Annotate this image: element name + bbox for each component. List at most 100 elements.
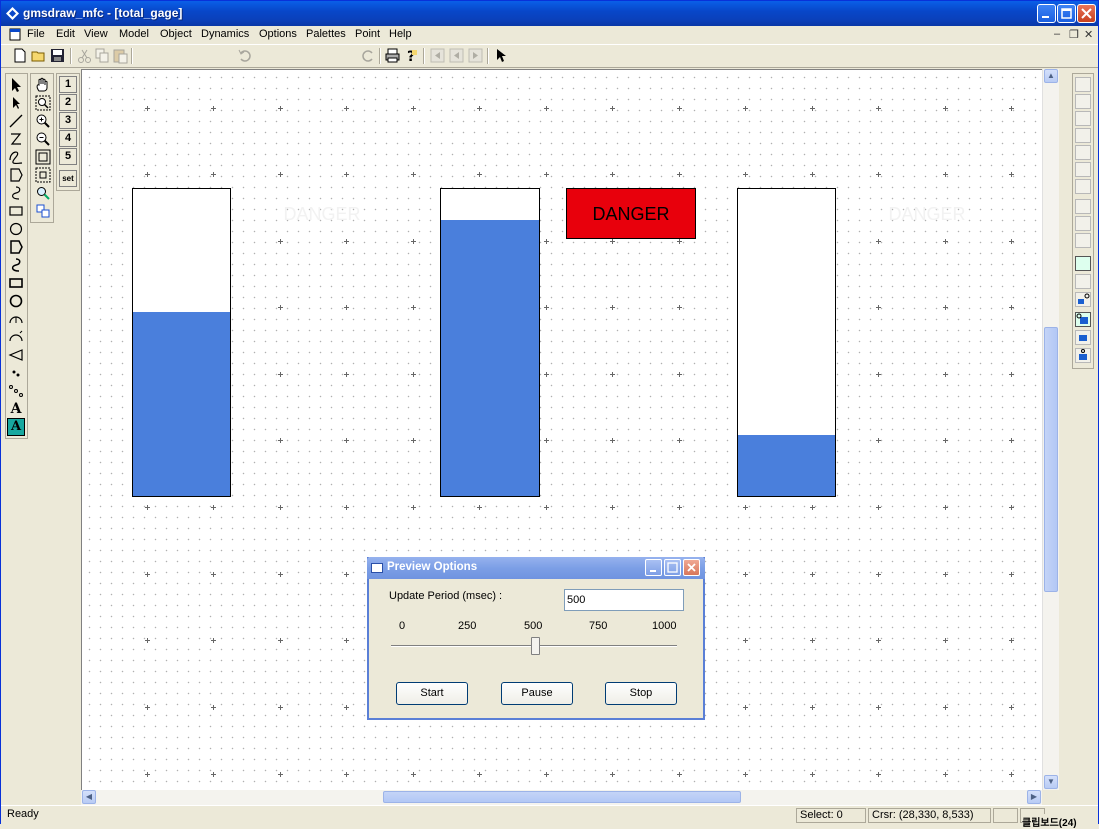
stop-button[interactable]: Stop (605, 682, 677, 705)
snap-point-icon[interactable] (1075, 256, 1091, 271)
dialog-close-button[interactable] (683, 559, 700, 576)
zoom-object-icon[interactable] (34, 184, 52, 202)
update-period-slider-thumb[interactable] (531, 637, 540, 655)
gage-1[interactable] (132, 188, 231, 497)
clipboard-indicator[interactable]: 클립보드(24) (1022, 814, 1077, 829)
first-page-icon[interactable] (429, 47, 446, 64)
dialog-maximize-button[interactable] (664, 559, 681, 576)
layer-set-button[interactable]: set (59, 170, 77, 187)
menu-palettes[interactable]: Palettes (306, 28, 346, 40)
dialog-title-bar[interactable]: Preview Options (367, 557, 705, 579)
wedge-tool-icon[interactable] (7, 346, 25, 364)
distribute-icon[interactable] (1075, 179, 1091, 194)
pan-hand-icon[interactable] (34, 76, 52, 94)
next-page-icon[interactable] (467, 47, 484, 64)
curve-tool-icon[interactable] (7, 148, 25, 166)
scroll-left-icon[interactable]: ◀ (82, 790, 96, 804)
cut-icon[interactable] (76, 47, 93, 64)
line-tool-icon[interactable] (7, 112, 25, 130)
align-right-icon[interactable] (1075, 111, 1091, 126)
maximize-button[interactable] (1057, 4, 1076, 23)
select-arrow-icon[interactable] (7, 76, 25, 94)
text-tool-icon[interactable]: A (7, 400, 25, 418)
filled-polygon-tool-icon[interactable] (7, 238, 25, 256)
layer-5-button[interactable]: 5 (59, 148, 77, 165)
connect-blue-2-icon[interactable] (1075, 312, 1091, 327)
zoom-window-icon[interactable] (34, 148, 52, 166)
layer-icon[interactable] (34, 202, 52, 220)
align-top-icon[interactable] (1075, 128, 1091, 143)
document-icon[interactable] (9, 28, 22, 41)
layer-4-button[interactable]: 4 (59, 130, 77, 147)
layer-3-button[interactable]: 3 (59, 112, 77, 129)
closed-curve-tool-icon[interactable] (7, 184, 25, 202)
print-icon[interactable] (384, 47, 401, 64)
filled-ellipse-tool-icon[interactable] (7, 292, 25, 310)
scroll-right-icon[interactable]: ▶ (1027, 790, 1041, 804)
paste-icon[interactable] (112, 47, 129, 64)
layer-1-button[interactable]: 1 (59, 76, 77, 93)
connect-blue-icon[interactable] (1075, 292, 1091, 307)
pointer-help-icon[interactable] (493, 47, 510, 64)
redo-icon[interactable] (360, 47, 377, 64)
update-period-input[interactable]: 500 (564, 589, 684, 611)
copy-icon[interactable] (94, 47, 111, 64)
pie-tool-icon[interactable] (7, 328, 25, 346)
connect-blue-3-icon[interactable] (1075, 330, 1091, 345)
gage-3[interactable] (737, 188, 836, 497)
menu-edit[interactable]: Edit (56, 28, 75, 40)
connector-tool-icon[interactable] (7, 382, 25, 400)
mdi-minimize-icon[interactable]: – (1054, 28, 1060, 40)
dialog-minimize-button[interactable] (645, 559, 662, 576)
menu-view[interactable]: View (84, 28, 108, 40)
save-icon[interactable] (49, 47, 66, 64)
undo-icon[interactable] (236, 47, 253, 64)
minimize-button[interactable] (1037, 4, 1056, 23)
menu-object[interactable]: Object (160, 28, 192, 40)
title-bar[interactable]: gmsdraw_mfc - [total_gage] (1, 1, 1098, 26)
close-button[interactable] (1077, 4, 1096, 23)
filled-rectangle-tool-icon[interactable] (7, 274, 25, 292)
horizontal-scrollbar[interactable]: ◀ ▶ (81, 790, 1042, 805)
group-icon[interactable] (1075, 233, 1091, 248)
polyline-tool-icon[interactable] (7, 130, 25, 148)
horizontal-scroll-thumb[interactable] (383, 791, 741, 803)
align-middle-icon[interactable] (1075, 145, 1091, 160)
filled-curve-tool-icon[interactable] (7, 256, 25, 274)
pause-button[interactable]: Pause (501, 682, 573, 705)
danger-label-3[interactable]: DANGER (862, 189, 992, 240)
zoom-fit-icon[interactable] (34, 94, 52, 112)
layer-2-button[interactable]: 2 (59, 94, 77, 111)
menu-help[interactable]: Help (389, 28, 412, 40)
zoom-out-icon[interactable] (34, 130, 52, 148)
menu-dynamics[interactable]: Dynamics (201, 28, 249, 40)
mdi-close-icon[interactable]: ✕ (1084, 28, 1093, 41)
send-back-icon[interactable] (1075, 216, 1091, 231)
menu-file[interactable]: File (27, 28, 45, 40)
scroll-down-icon[interactable]: ▼ (1044, 775, 1058, 789)
rectangle-tool-icon[interactable] (7, 202, 25, 220)
arc-tool-icon[interactable] (7, 310, 25, 328)
align-center-icon[interactable] (1075, 94, 1091, 109)
bring-front-icon[interactable] (1075, 199, 1091, 214)
vertical-scroll-thumb[interactable] (1044, 327, 1058, 592)
new-file-icon[interactable] (11, 47, 28, 64)
start-button[interactable]: Start (396, 682, 468, 705)
scroll-up-icon[interactable]: ▲ (1044, 69, 1058, 83)
menu-model[interactable]: Model (119, 28, 149, 40)
filled-text-tool-icon[interactable]: A (7, 418, 25, 436)
gage-2[interactable] (440, 188, 540, 497)
prev-page-icon[interactable] (448, 47, 465, 64)
zoom-extent-icon[interactable] (34, 166, 52, 184)
danger-label-1[interactable]: DANGER (257, 189, 387, 240)
connect-blue-4-icon[interactable] (1075, 348, 1091, 363)
zoom-in-icon[interactable] (34, 112, 52, 130)
align-left-icon[interactable] (1075, 77, 1091, 92)
align-bottom-icon[interactable] (1075, 162, 1091, 177)
danger-label-2[interactable]: DANGER (566, 188, 696, 239)
menu-point[interactable]: Point (355, 28, 380, 40)
point-select-icon[interactable] (7, 94, 25, 112)
ellipse-tool-icon[interactable] (7, 220, 25, 238)
help-icon[interactable]: ? (403, 47, 420, 64)
point-tool-icon[interactable] (7, 364, 25, 382)
